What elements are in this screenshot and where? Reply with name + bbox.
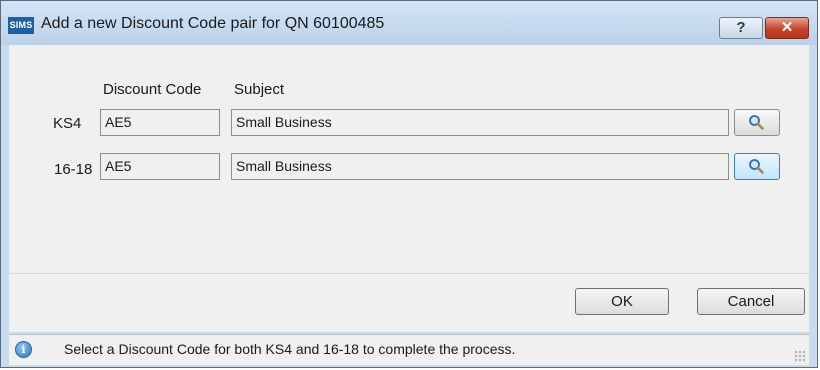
dialog-footer: OK Cancel [9,273,809,332]
info-icon: i [15,341,32,358]
ks4-search-button[interactable] [734,109,780,136]
ks4-label: KS4 [53,115,82,132]
status-message: Select a Discount Code for both KS4 and … [64,341,516,357]
magnifier-icon [749,159,764,174]
discount-code-column-header: Discount Code [103,81,202,98]
16-18-subject-field: Small Business [231,153,729,180]
ok-button[interactable]: OK [575,288,669,315]
dialog-body: Discount Code Subject KS4 AE5 Small Busi… [9,45,809,273]
16-18-search-button[interactable] [734,153,780,180]
sims-logo-icon: SIMS [8,17,34,34]
dialog-window: SIMS Add a new Discount Code pair for QN… [0,0,818,368]
subject-column-header: Subject [234,81,285,98]
title-bar[interactable]: SIMS Add a new Discount Code pair for QN… [1,1,817,45]
cancel-button[interactable]: Cancel [697,288,805,315]
status-bar: i Select a Discount Code for both KS4 an… [9,334,809,365]
close-button[interactable]: ✕ [765,17,809,39]
16-18-label: 16-18 [54,161,93,178]
resize-grip[interactable] [794,350,806,362]
ks4-discount-code-field: AE5 [100,109,220,136]
help-button[interactable]: ? [719,17,763,39]
16-18-discount-code-field: AE5 [100,153,220,180]
magnifier-icon [749,115,764,130]
ks4-subject-field: Small Business [231,109,729,136]
dialog-title: Add a new Discount Code pair for QN 6010… [41,15,385,32]
